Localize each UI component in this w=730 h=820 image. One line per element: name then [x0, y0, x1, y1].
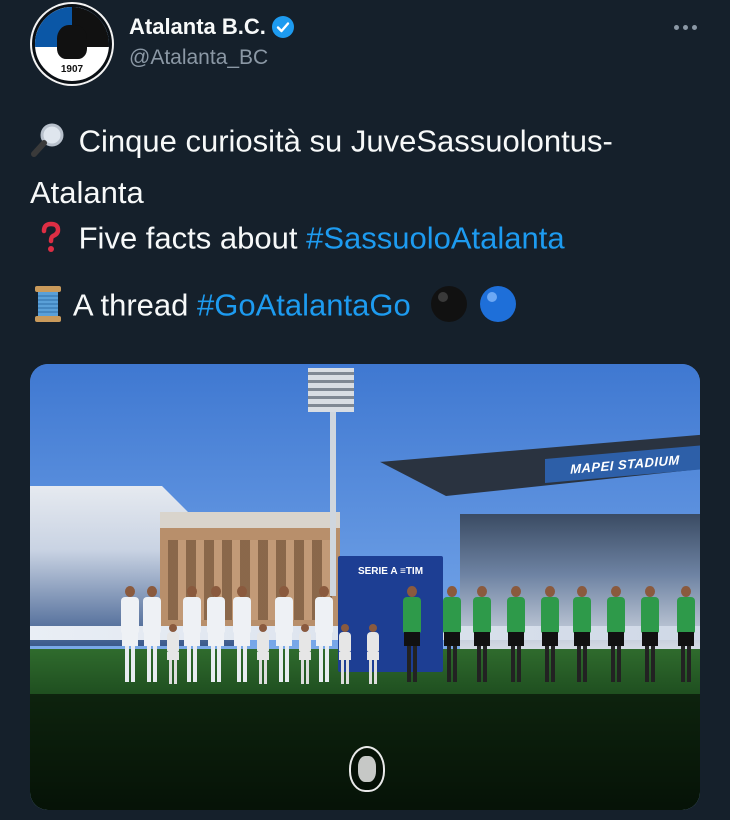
- more-options-icon[interactable]: [670, 20, 700, 34]
- tweet-header: 1907 Atalanta B.C. @Atalanta_BC: [30, 2, 700, 86]
- author-handle[interactable]: @Atalanta_BC: [129, 46, 268, 70]
- tweet-media-image[interactable]: MAPEI STADIUM SERIE A ≡TIM: [30, 364, 700, 810]
- tweet-text: Cinque curiosità su JuveSassuolontus- At…: [30, 122, 710, 330]
- tweet-line-1-text: Cinque curiosità su JuveSassuolontus-: [78, 123, 613, 159]
- tweet-line-2: Atalanta: [30, 174, 710, 210]
- magnifying-glass-icon: [30, 122, 70, 165]
- tweet-line-4: A thread #GoAtalantaGo: [30, 284, 710, 331]
- photo-players: [120, 586, 700, 691]
- photo-floodlight-pole: [330, 386, 336, 596]
- author-avatar[interactable]: 1907: [30, 2, 114, 86]
- verified-badge-icon: [271, 16, 294, 38]
- hashtag-sassuoloatalanta[interactable]: #SassuoloAtalanta: [306, 221, 565, 256]
- black-circle-icon: [429, 284, 469, 331]
- red-question-mark-icon: [30, 221, 70, 260]
- atalanta-crest-icon: 1907: [32, 4, 112, 84]
- author-display-name[interactable]: Atalanta B.C.: [129, 14, 266, 40]
- tweet-line-2-text: Atalanta: [30, 174, 144, 210]
- blue-circle-icon: [478, 284, 518, 331]
- avatar-year: 1907: [60, 64, 84, 75]
- tweet-line-3: Five facts about #SassuoloAtalanta: [30, 221, 710, 260]
- hashtag-goatalantago[interactable]: #GoAtalantaGo: [197, 287, 411, 322]
- photo-floodlight: [308, 368, 354, 412]
- tweet-line-3-text: Five facts about: [78, 220, 307, 256]
- tweet-line-4-text: A thread: [72, 287, 197, 323]
- thread-spool-icon: [30, 284, 66, 331]
- tweet-line-1: Cinque curiosità su JuveSassuolontus-: [30, 122, 710, 165]
- atalanta-crest-icon: [349, 746, 385, 792]
